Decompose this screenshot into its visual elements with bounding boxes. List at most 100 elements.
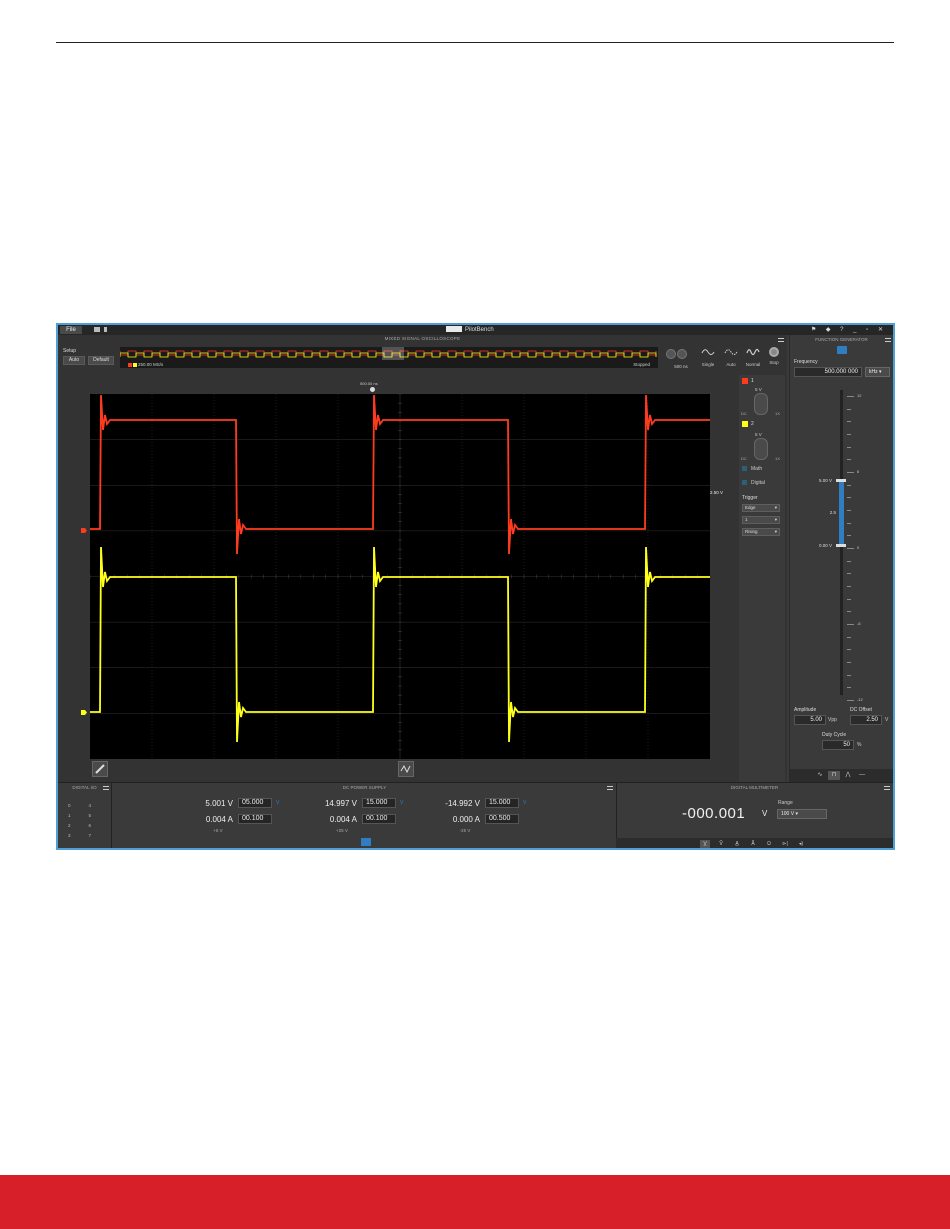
dio-line[interactable]: 4: [89, 803, 92, 808]
dio-row[interactable]: 04: [68, 803, 91, 808]
dio-row[interactable]: 26: [68, 823, 91, 828]
slider-tick: [847, 510, 851, 512]
slider-tick: [847, 421, 851, 423]
ch2-scale: 5 V: [755, 432, 762, 437]
ch1-offset-marker[interactable]: [81, 528, 87, 533]
trigger-source-select[interactable]: 1 ▾: [742, 516, 780, 524]
ps-menu-icon[interactable]: [607, 786, 613, 790]
ch2-probe[interactable]: 1X: [775, 456, 780, 461]
normal-mode-button[interactable]: Normal: [743, 347, 763, 369]
scope-menu-icon[interactable]: [778, 338, 784, 342]
single-mode-button[interactable]: Single: [698, 347, 718, 369]
dio-menu-icon[interactable]: [103, 786, 109, 790]
default-setup-button[interactable]: Default: [88, 356, 114, 365]
dio-line[interactable]: 6: [89, 823, 92, 828]
acquisition-state: Stopped: [633, 362, 650, 367]
stop-button[interactable]: Stop: [764, 347, 784, 369]
slider-tick: [847, 687, 851, 689]
measure-tool-button[interactable]: [398, 761, 414, 777]
ps-current-limit[interactable]: 00.100: [238, 814, 272, 824]
ch1-coupling[interactable]: DC: [741, 411, 747, 416]
sine-wave-icon[interactable]: ∿: [814, 771, 826, 780]
single-mode-label: Single: [701, 362, 715, 367]
trigger-position-marker[interactable]: [370, 387, 375, 392]
lower-slider-handle[interactable]: [836, 544, 846, 547]
fgen-power-icon[interactable]: [837, 346, 847, 354]
slider-tick: [847, 700, 854, 702]
frequency-unit-select[interactable]: kHz ▾: [865, 367, 890, 377]
auto-setup-button[interactable]: Auto: [63, 356, 85, 365]
file-menu-button[interactable]: File: [60, 326, 82, 334]
trigger-slope-select[interactable]: Rising ▾: [742, 528, 780, 536]
dc-wave-icon[interactable]: —: [856, 771, 868, 780]
ps-voltage-setpoint[interactable]: 15.000: [485, 798, 519, 808]
diode-icon[interactable]: ⊳|: [780, 840, 790, 848]
math-checkbox[interactable]: [742, 466, 747, 471]
dio-line[interactable]: 7: [89, 833, 92, 838]
ac-voltage-icon[interactable]: Ṽ: [716, 840, 726, 848]
chevron-down-icon: ▾: [774, 505, 777, 510]
camera-icon[interactable]: [94, 327, 100, 332]
dio-row[interactable]: 15: [68, 813, 91, 818]
dc-offset-field[interactable]: 2.50: [850, 715, 882, 725]
digital-io-panel: DIGITAL I/O 04152637: [58, 783, 112, 848]
dc-voltage-icon[interactable]: V̲: [700, 840, 710, 848]
dio-line[interactable]: 5: [89, 813, 92, 818]
ch2-coupling[interactable]: DC: [741, 456, 747, 461]
ch1-probe[interactable]: 1X: [775, 411, 780, 416]
ch1-scale-knob[interactable]: [754, 393, 768, 415]
window-controls[interactable]: ⚑ ◆ ? _ ▫ ✕: [811, 326, 887, 334]
duty-cycle-field[interactable]: 50: [822, 740, 854, 750]
frequency-field[interactable]: 500.000 000: [794, 367, 862, 377]
upper-slider-handle[interactable]: [836, 479, 846, 482]
ps-power-icon[interactable]: [361, 838, 371, 846]
ch2-enable[interactable]: [742, 421, 748, 427]
ps-current-limit[interactable]: 00.500: [485, 814, 519, 824]
dc-current-icon[interactable]: A̲: [732, 840, 742, 848]
waveform-overview[interactable]: 250.00 MS/s Stopped: [120, 347, 658, 368]
fgen-menu-icon[interactable]: [885, 338, 891, 342]
ps-current-limit[interactable]: 00.100: [362, 814, 396, 824]
dio-line[interactable]: 0: [68, 803, 71, 808]
trigger-level-readout[interactable]: 2.50 V: [710, 490, 723, 495]
ac-current-icon[interactable]: Ã: [748, 840, 758, 848]
ch2-offset-marker[interactable]: [81, 710, 87, 715]
continuity-icon[interactable]: ◂): [796, 840, 806, 848]
slider-tick: [847, 573, 851, 575]
square-wave-icon[interactable]: ⊓: [828, 771, 840, 780]
multimeter-panel: DIGITAL MULTIMETER -000.001 V Range 100 …: [616, 783, 893, 848]
ps-voltage-setpoint[interactable]: 05.000: [238, 798, 272, 808]
ps-voltage-setpoint[interactable]: 15.000: [362, 798, 396, 808]
slider-tick-label: -12: [857, 697, 863, 702]
zoom-out-icon[interactable]: [666, 349, 676, 359]
cursor-tool-button[interactable]: [92, 761, 108, 777]
zoom-in-icon[interactable]: [677, 349, 687, 359]
dmm-menu-icon[interactable]: [884, 786, 890, 790]
slider-tick: [847, 408, 851, 410]
amplitude-field[interactable]: 5.00: [794, 715, 826, 725]
sample-rate: 250.00 MS/s: [128, 362, 163, 367]
dio-row[interactable]: 37: [68, 833, 91, 838]
trigger-type-select[interactable]: Edge ▾: [742, 504, 780, 512]
auto-mode-button[interactable]: Auto: [721, 347, 741, 369]
dio-line[interactable]: 2: [68, 823, 71, 828]
slider-tick: [847, 396, 854, 397]
ps-measured-current: 0.004 A: [205, 815, 233, 824]
dmm-unit: V: [762, 809, 768, 818]
triangle-wave-icon[interactable]: ⋀: [842, 771, 854, 780]
amplitude-label: Amplitude: [794, 707, 817, 713]
ch1-enable[interactable]: [742, 378, 748, 384]
ch2-scale-knob[interactable]: [754, 438, 768, 460]
trigger-time: 500.00 ns: [360, 381, 378, 386]
auto-mode-label: Auto: [726, 362, 736, 367]
digital-checkbox[interactable]: [742, 480, 747, 485]
footer-band: [0, 1175, 950, 1229]
dio-line[interactable]: 3: [68, 833, 71, 838]
scope-graticule[interactable]: [89, 393, 710, 759]
resistance-icon[interactable]: Ω: [764, 840, 774, 848]
chevron-down-icon: ▾: [774, 517, 777, 522]
dio-line[interactable]: 1: [68, 813, 71, 818]
notes-icon[interactable]: [104, 327, 107, 332]
range-select[interactable]: 100 V ▾: [777, 809, 827, 819]
timebase-control[interactable]: 500 ns: [666, 349, 692, 369]
